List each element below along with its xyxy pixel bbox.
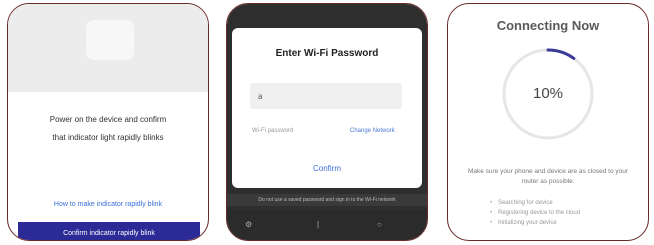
step-item: Registering device to the cloud <box>490 208 580 218</box>
dialog-title: Enter Wi-Fi Password <box>275 48 379 59</box>
device-image-area <box>8 4 208 92</box>
wifi-password-input[interactable] <box>250 83 402 109</box>
keyboard-hint: Do not use a saved password and sign in … <box>227 194 427 206</box>
confirm-button[interactable]: Confirm <box>232 164 422 173</box>
phone-screen-connecting: Connecting Now 10% Make sure your phone … <box>447 3 649 241</box>
help-link[interactable]: How to make indicator rapidly blink <box>8 201 208 208</box>
progress-percent: 10% <box>532 85 564 102</box>
phone-screen-wifi: Enter Wi-Fi Password Wi-Fi password Chan… <box>226 3 428 241</box>
change-network-link[interactable]: Change Network <box>350 128 395 134</box>
keyboard-key-icon[interactable]: ○ <box>377 220 382 229</box>
progress-steps: Searching for device Registering device … <box>490 198 580 228</box>
proximity-note: Make sure your phone and device are as c… <box>467 168 629 185</box>
instruction-line-1: Power on the device and confirm <box>49 115 167 124</box>
keyboard-cursor-icon[interactable]: | <box>317 220 319 229</box>
instruction-line-2: that indicator light rapidly blinks <box>52 133 164 142</box>
phone-screen-pairing: Power on the device and confirm that ind… <box>7 3 209 241</box>
step-item: Searching for device <box>490 198 580 208</box>
password-hint: Wi-Fi password <box>252 128 294 134</box>
connecting-title: Connecting Now <box>496 18 600 33</box>
step-item: Initializing your device <box>490 218 580 228</box>
confirm-blink-button[interactable]: Confirm indicator rapidly blink <box>18 222 200 240</box>
keyboard[interactable]: ⚙ | ○ <box>227 210 427 240</box>
wifi-password-dialog: Enter Wi-Fi Password Wi-Fi password Chan… <box>232 28 422 188</box>
device-image <box>86 20 134 60</box>
keyboard-settings-icon[interactable]: ⚙ <box>245 220 252 229</box>
